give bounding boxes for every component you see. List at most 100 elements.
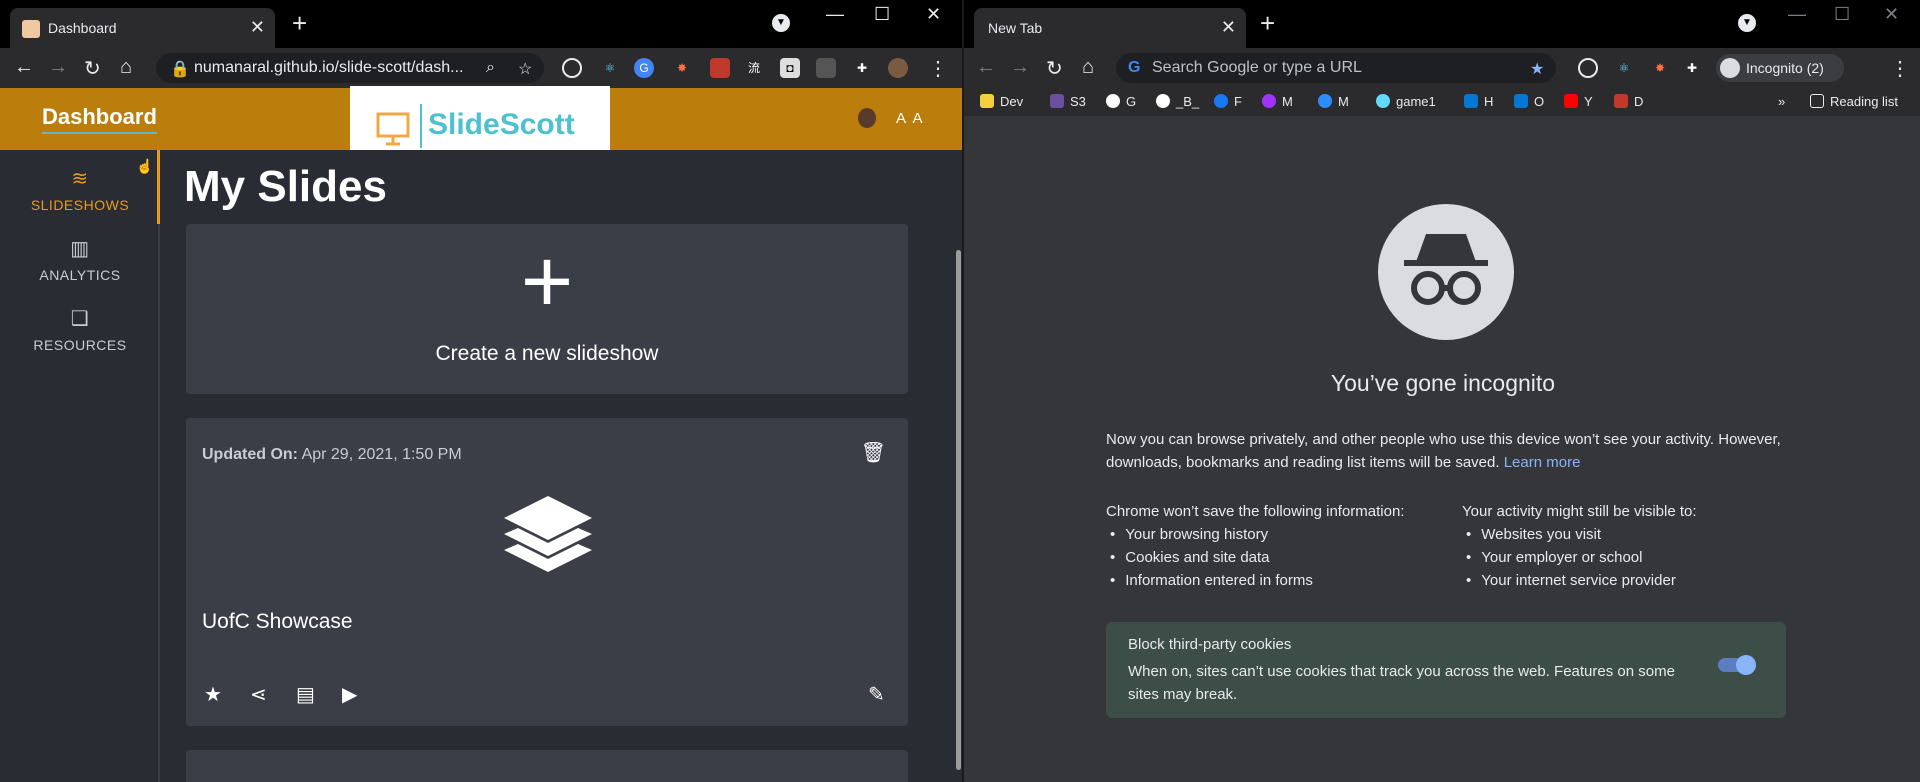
incognito-description: Now you can browse privately, and other … (1106, 431, 1781, 471)
close-icon[interactable]: ✕ (1221, 17, 1236, 38)
sidebar: ≋ SLIDESHOWS ▥ ANALYTICS ❑ RESOURCES (0, 150, 160, 782)
edit-icon[interactable]: ✎ (868, 682, 885, 707)
create-slideshow-card[interactable]: + Create a new slideshow (186, 224, 908, 394)
extension-squirrel-icon[interactable]: ✸ (672, 58, 692, 78)
spy-glasses-icon (1404, 234, 1488, 305)
new-tab-button[interactable]: + (292, 10, 307, 36)
bookmark-item[interactable]: G (1106, 94, 1136, 109)
reading-list-button[interactable]: Reading list (1810, 94, 1898, 109)
tab-search-icon[interactable]: ▼ (772, 14, 790, 32)
list-item: Information entered in forms (1106, 569, 1404, 592)
bookmark-item[interactable]: game1 (1376, 94, 1436, 109)
bookmark-star-icon[interactable]: ★ (1530, 59, 1544, 79)
tab-new-tab[interactable]: New Tab ✕ (974, 8, 1246, 48)
extensions-puzzle-icon[interactable]: ✚ (1682, 58, 1702, 78)
maximize-button[interactable]: ☐ (1834, 4, 1850, 25)
messenger-icon (1262, 94, 1276, 108)
close-window-button[interactable]: ✕ (926, 4, 941, 25)
home-button[interactable]: ⌂ (1082, 56, 1094, 79)
block-cookies-toggle[interactable] (1718, 655, 1756, 675)
user-initials[interactable]: A A (896, 110, 925, 127)
third-party-cookies-box: Block third-party cookies When on, sites… (1106, 622, 1786, 718)
close-window-button[interactable]: ✕ (1884, 4, 1899, 25)
bookmark-item[interactable]: _B_ (1156, 94, 1199, 109)
close-icon[interactable]: ✕ (250, 17, 265, 38)
tab-strip: New Tab ✕ + ▼ — ☐ ✕ (964, 0, 1920, 48)
address-bar[interactable]: G Search Google or type a URL ★ (1116, 53, 1556, 83)
plus-icon: + (520, 232, 574, 332)
bookmark-item[interactable]: H (1464, 94, 1493, 109)
extension-target-icon[interactable] (562, 58, 582, 78)
bookmark-item[interactable]: M (1262, 94, 1293, 109)
present-icon[interactable]: ▶ (342, 682, 357, 707)
bookmarks-bar: Dev S3 G _B_ F M M game1 H O Y D » Readi… (964, 88, 1920, 116)
address-bar[interactable]: 🔒 numanaral.github.io/slide-scott/dash..… (156, 53, 544, 83)
user-avatar[interactable] (856, 106, 878, 130)
reload-button[interactable]: ↻ (1046, 56, 1063, 81)
bookmark-star-icon[interactable]: ☆ (518, 59, 532, 79)
browser-window-incognito: New Tab ✕ + ▼ — ☐ ✕ ← → ↻ ⌂ G Search Goo… (962, 0, 1920, 782)
star-icon[interactable]: ★ (204, 682, 222, 707)
outlook-icon (1514, 94, 1528, 108)
slides-view-icon[interactable]: ▤ (296, 682, 315, 707)
list-item: Your employer or school (1462, 546, 1697, 569)
forward-button[interactable]: → (1010, 56, 1030, 79)
sidebar-item-analytics[interactable]: ▥ ANALYTICS (0, 236, 160, 283)
minimize-button[interactable]: — (826, 4, 844, 25)
updated-on-label: Updated On: (202, 446, 298, 463)
back-button[interactable]: ← (976, 56, 996, 79)
menu-kebab-icon[interactable]: ⋮ (1890, 56, 1910, 81)
delete-icon[interactable]: 🗑 (861, 440, 886, 465)
extension-chinese-icon[interactable]: 流 (744, 58, 764, 78)
new-tab-button[interactable]: + (1260, 10, 1275, 36)
zoom-app-icon (1318, 94, 1332, 108)
learn-more-link[interactable]: Learn more (1504, 454, 1581, 471)
extensions-puzzle-icon[interactable]: ✚ (852, 58, 872, 78)
zoom-icon[interactable]: ⌕ (486, 59, 495, 77)
extension-gamepad-icon[interactable]: ◘ (780, 58, 800, 78)
tab-dashboard[interactable]: Dashboard ✕ (10, 8, 275, 48)
minimize-button[interactable]: — (1788, 4, 1806, 25)
bookmark-item[interactable]: S3 (1050, 94, 1086, 109)
tab-title: Dashboard (48, 20, 117, 36)
incognito-title: You’ve gone incognito (1330, 370, 1556, 396)
home-button[interactable]: ⌂ (120, 56, 132, 79)
cookies-description: When on, sites can’t use cookies that tr… (1128, 663, 1675, 703)
visible-to-column: Your activity might still be visible to:… (1462, 500, 1697, 592)
bookmarks-overflow-icon[interactable]: » (1778, 94, 1785, 109)
list-item: Your browsing history (1106, 523, 1404, 546)
share-icon[interactable]: ⋖ (250, 682, 267, 707)
menu-kebab-icon[interactable]: ⋮ (928, 56, 948, 81)
profile-avatar-icon[interactable] (888, 58, 908, 78)
reload-button[interactable]: ↻ (84, 56, 101, 81)
bookmark-item[interactable]: Y (1564, 94, 1593, 109)
url-text: numanaral.github.io/slide-scott/dash... (194, 59, 464, 76)
dashboard-nav-link[interactable]: Dashboard (42, 104, 157, 134)
bookmark-item[interactable]: D (1614, 94, 1643, 109)
incognito-profile-chip[interactable]: Incognito (2) (1716, 54, 1844, 82)
extension-target-icon[interactable] (1578, 58, 1598, 78)
slideshow-card[interactable]: Updated On: Apr 29, 2021, 1:50 PM 🗑 UofC… (186, 418, 908, 726)
bookmark-item[interactable]: O (1514, 94, 1544, 109)
slideshow-card-next[interactable] (186, 750, 908, 782)
extension-translate-icon[interactable]: G (634, 58, 654, 78)
forward-button[interactable]: → (48, 56, 68, 79)
incognito-icon (1378, 204, 1514, 340)
bookmark-item[interactable]: F (1214, 94, 1242, 109)
bookmark-item[interactable]: M (1318, 94, 1349, 109)
sidebar-item-resources[interactable]: ❑ RESOURCES (0, 306, 160, 353)
bookmark-item[interactable]: Dev (980, 94, 1023, 109)
presentation-logo-icon (376, 112, 410, 146)
extension-squirrel-icon[interactable]: ✸ (1650, 58, 1670, 78)
tab-search-icon[interactable]: ▼ (1738, 14, 1756, 32)
outlook-icon (1464, 94, 1478, 108)
crest-icon (1614, 94, 1628, 108)
back-button[interactable]: ← (14, 56, 34, 79)
maximize-button[interactable]: ☐ (874, 4, 890, 25)
scrollbar[interactable] (956, 250, 961, 770)
extension-grid-icon[interactable] (816, 58, 836, 78)
extension-pdf-icon[interactable] (710, 58, 730, 78)
extension-react-icon[interactable]: ⚛ (1614, 58, 1634, 78)
sidebar-item-label: ANALYTICS (39, 267, 121, 283)
extension-react-icon[interactable]: ⚛ (600, 58, 620, 78)
